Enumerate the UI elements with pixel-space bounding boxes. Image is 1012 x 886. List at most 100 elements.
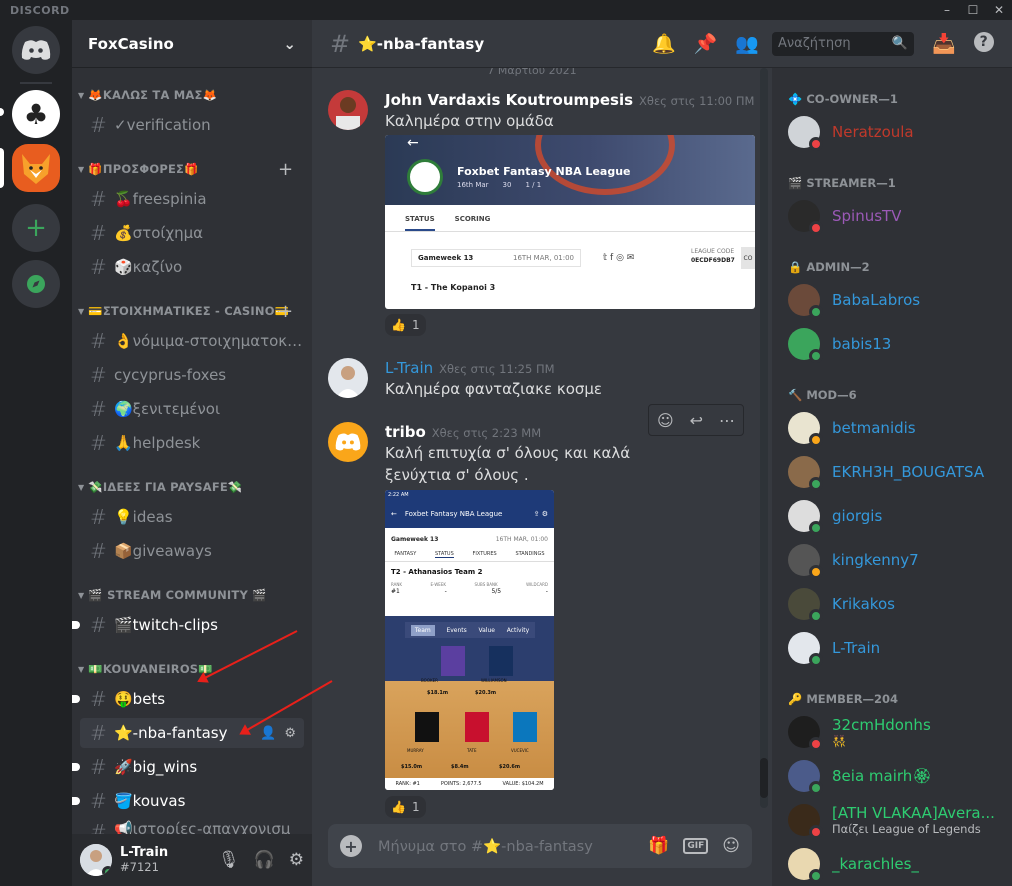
caret-icon: ▼ (78, 164, 85, 174)
message-author[interactable]: L-Train (385, 359, 433, 377)
message-author[interactable]: tribo (385, 423, 426, 441)
gear-icon[interactable]: ⚙ (284, 726, 296, 741)
phone-stats-labels: RANK E-WEEK SUBS BANK WILDCARD (391, 582, 548, 587)
channel-stoixima[interactable]: # 💰στοίχημα (80, 218, 304, 248)
category-kouvaneiros[interactable]: ▼ 💵KOUVANEIROS💵 (78, 662, 213, 676)
embed-league-title: Foxbet Fantasy NBA League (457, 165, 631, 178)
microphone-icon[interactable]: 🎙 (218, 850, 240, 870)
pin-icon[interactable]: 📌 (694, 32, 718, 55)
member-group-header: 🔑 MEMBER—204 (788, 692, 899, 706)
settings-gear-icon[interactable]: ⚙ (289, 850, 304, 870)
invite-icon[interactable]: 👤 (260, 726, 276, 741)
avatar (788, 632, 823, 667)
avatar[interactable] (328, 90, 368, 130)
channel-cycyprus-foxes[interactable]: # cycyprus-foxes (80, 360, 304, 390)
message-author[interactable]: John Vardaxis Koutroumpesis (385, 91, 633, 109)
member-name: Krikakos (832, 595, 895, 613)
member-item[interactable]: [ATH VLAKAA]Avera... Παίζει League of Leg… (788, 798, 1008, 842)
channel-verification[interactable]: # ✓verification (80, 110, 304, 140)
channel-ideas[interactable]: # 💡ideas (80, 502, 304, 532)
category-betting-casino[interactable]: ▼ 💳ΣΤΟΙΧΗΜΑΤΙΚΕΣ - CASINO💳 + (78, 301, 293, 322)
message-composer[interactable]: + Μήνυμα στο #⭐-nba-fantasy 🎁 GIF ☺ (328, 824, 752, 868)
home-button[interactable] (12, 26, 60, 74)
notification-bell-icon[interactable]: 🔔 (652, 32, 676, 55)
embed-image-phone-screenshot[interactable]: 2:22 AM ← Foxbet Fantasy NBA League ⇪ ⚙ Ga… (385, 490, 554, 790)
status-online-icon (809, 653, 823, 667)
channel-bets[interactable]: # 🤑bets (72, 684, 304, 714)
clubs-icon: ♣ (23, 97, 49, 131)
member-item[interactable]: BabaLabros (788, 278, 1008, 322)
help-icon[interactable]: ? (973, 32, 994, 52)
scrollbar-track[interactable] (760, 68, 768, 808)
avatar[interactable] (328, 358, 368, 398)
member-item[interactable]: babis13 (788, 322, 1008, 366)
message: L-Train Χθες στις 11:25 ΠΜ Καλημέρα φαντα… (328, 358, 758, 404)
headphones-icon[interactable]: 🎧 (254, 850, 275, 870)
minimize-button[interactable]: – (934, 0, 960, 20)
member-list-icon[interactable]: 👥 (735, 32, 759, 55)
channel-helpdesk[interactable]: # 🙏helpdesk (80, 428, 304, 458)
member-item[interactable]: kingkenny7 (788, 538, 1008, 582)
gif-icon[interactable]: GIF (683, 838, 709, 854)
role-icon: 🔑 (788, 692, 803, 706)
avatar[interactable] (80, 844, 112, 876)
phone-app-bar: ← Foxbet Fantasy NBA League ⇪ ⚙ (385, 500, 554, 528)
channel-kazino[interactable]: # 🎲καζίνο (80, 252, 304, 282)
channel-twitch-clips[interactable]: # 🎬twitch-clips (72, 610, 304, 640)
inbox-icon[interactable]: 📥 (932, 32, 956, 55)
avatar[interactable] (328, 422, 368, 462)
search-input[interactable]: Αναζήτηση 🔍 (772, 31, 914, 56)
channel-istories[interactable]: # 📢ιστορίες-απαγχονισμ (80, 820, 304, 834)
member-group-header: 💠 CO-OWNER—1 (788, 92, 898, 106)
hash-icon: # (90, 397, 107, 421)
member-item[interactable]: EKRH3H_BOUGATSA (788, 450, 1008, 494)
channel-big-wins[interactable]: # 🚀big_wins (72, 752, 304, 782)
status-online-icon (809, 477, 823, 491)
channel-giveaways[interactable]: # 📦giveaways (80, 536, 304, 566)
upload-plus-icon[interactable]: + (340, 835, 362, 857)
scrollbar-thumb[interactable] (760, 758, 768, 798)
create-channel-icon[interactable]: + (278, 301, 293, 322)
channel-freespinia[interactable]: # 🍒freespinia (80, 184, 304, 214)
app-brand: DISCORD (10, 3, 70, 17)
member-item[interactable]: 32cmHdonhs 👯 (788, 710, 1008, 754)
channel-nba-fantasy[interactable]: # ⭐-nba-fantasy 👤 ⚙ (80, 718, 304, 748)
gift-icon[interactable]: 🎁 (648, 836, 669, 856)
embed-date: 16th Mar (457, 181, 489, 189)
reaction-thumbs-up[interactable]: 👍 1 (385, 796, 426, 818)
category-stream-community[interactable]: ▼ 🎬 STREAM COMMUNITY 🎬 (78, 588, 267, 602)
member-item[interactable]: Krikakos (788, 582, 1008, 626)
server-foxcasino-icon[interactable] (12, 144, 60, 192)
create-channel-icon[interactable]: + (278, 159, 293, 180)
guild-header[interactable]: FoxCasino ⌄ (72, 20, 312, 68)
member-item[interactable]: betmanidis (788, 406, 1008, 450)
reaction-thumbs-up[interactable]: 👍 1 (385, 314, 426, 336)
close-button[interactable]: ✕ (986, 0, 1012, 20)
member-item[interactable]: Neratzoula (788, 110, 1008, 154)
hash-icon: # (90, 505, 107, 529)
member-item[interactable]: 8eia mairh🏵 (788, 754, 1008, 798)
explore-servers-button[interactable] (12, 260, 60, 308)
member-item[interactable]: SpinusTV (788, 194, 1008, 238)
member-item[interactable]: _karachles_ (788, 842, 1008, 886)
add-server-button[interactable]: + (12, 204, 60, 252)
emoji-icon[interactable]: ☺ (722, 836, 740, 856)
channel-nomima[interactable]: #👌νόμιμα-στοιχηματοκαζίνο (80, 326, 304, 356)
channel-kouvas[interactable]: # 🪣kouvas (72, 786, 304, 816)
category-welcome[interactable]: ▼ 🦊ΚΑΛΩΣ ΤΑ ΜΑΣ🦊 (78, 88, 217, 102)
member-item[interactable]: L-Train (788, 626, 1008, 670)
category-paysafe-ideas[interactable]: ▼ 💸ΙΔΕΕΣ ΓΙΑ PAYSAFE💸 (78, 480, 242, 494)
reply-icon[interactable]: ↩ (690, 411, 703, 430)
add-reaction-icon[interactable]: ☺ (657, 411, 674, 430)
member-item[interactable]: giorgis (788, 494, 1008, 538)
maximize-button[interactable]: ☐ (960, 0, 986, 20)
embed-image-league-status[interactable]: ← Foxbet Fantasy NBA League 16th Mar 30 1 … (385, 135, 755, 309)
server-clubs-icon[interactable]: ♣ (12, 90, 60, 138)
member-name: L-Train (832, 639, 881, 657)
unread-indicator (72, 695, 80, 703)
channel-ksenitemenoi[interactable]: # 🌍ξενιτεμένοι (80, 394, 304, 424)
more-options-icon[interactable]: ⋯ (719, 411, 735, 430)
compass-icon (27, 275, 45, 293)
category-offers[interactable]: ▼ 🎁ΠΡΟΣΦΟΡΕΣ🎁 + (78, 159, 293, 180)
avatar (788, 500, 823, 535)
